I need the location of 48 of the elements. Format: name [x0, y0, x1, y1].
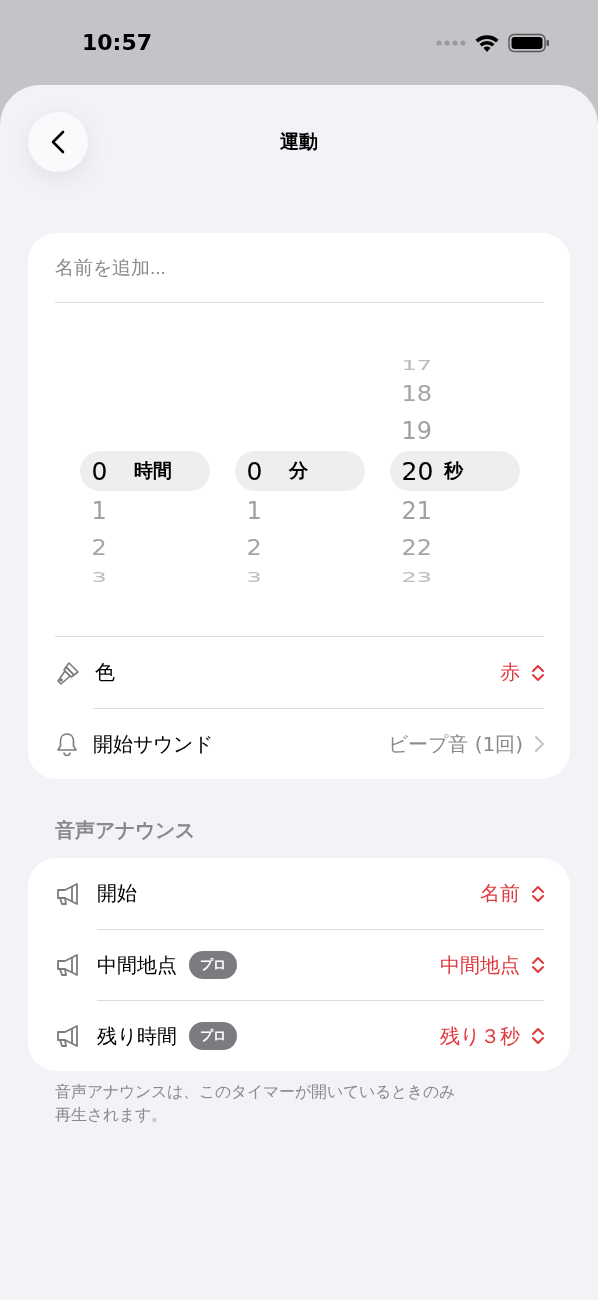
chevron-left-icon [51, 130, 65, 154]
setting-row[interactable]: 開始サウンド ビープ音 (1回) [55, 708, 544, 779]
announcement-row[interactable]: 開始 名前 [55, 858, 544, 929]
announcement-row[interactable]: 中間地点 プロ 中間地点 [55, 929, 544, 1000]
paintbrush-icon [55, 659, 81, 686]
picker-option[interactable]: 2 [234, 532, 365, 564]
chevron-right-icon [535, 736, 544, 752]
picker-selection[interactable]: 0 時間 [79, 451, 210, 491]
announcement-row[interactable]: 残り時間 プロ 残り３秒 [55, 1000, 544, 1071]
announcement-value: 中間地点 [440, 951, 520, 979]
status-time: 10:57 [82, 30, 153, 55]
name-input-field[interactable]: 名前を追加... [55, 233, 544, 303]
announcement-label: 残り時間 [97, 1022, 177, 1050]
pro-badge: プロ [189, 1022, 237, 1050]
section-header: 音声アナウンス [55, 817, 196, 844]
picker-option[interactable]: 18 [389, 378, 520, 410]
announcement-value: 残り３秒 [440, 1022, 520, 1050]
picker-option[interactable]: 3 [234, 569, 365, 585]
picker-option[interactable]: 1 [79, 491, 210, 531]
footer-note: 音声アナウンスは、このタイマーが開いているときのみ再生されます。 [55, 1082, 456, 1126]
pro-badge: プロ [189, 951, 237, 979]
battery-icon [508, 32, 550, 53]
announcement-value: 名前 [480, 880, 520, 907]
setting-label: 色 [95, 659, 116, 686]
sound-value: ビープ音 (1回) [388, 730, 523, 758]
picker-option[interactable]: 3 [79, 569, 210, 585]
up-down-chevron-icon [532, 884, 544, 903]
wifi-icon [474, 32, 500, 53]
picker-option[interactable]: 19 [389, 411, 520, 451]
picker-option[interactable]: 23 [389, 569, 520, 585]
up-down-chevron-icon [532, 663, 544, 682]
picker-selection[interactable]: 0 分 [234, 451, 365, 491]
up-down-chevron-icon [532, 956, 544, 974]
picker-option[interactable]: 1 [234, 491, 365, 531]
bell-icon [55, 730, 79, 757]
signal-icon [436, 39, 466, 46]
setting-row[interactable]: 色 赤 [55, 637, 544, 708]
screen-title: 運動 [279, 129, 319, 154]
picker-option[interactable]: 17 [389, 357, 520, 373]
picker-selection[interactable]: 20 秒 [389, 451, 520, 491]
picker-option[interactable]: 22 [389, 532, 520, 564]
announcement-label: 開始 [97, 880, 137, 907]
up-down-chevron-icon [532, 1027, 544, 1045]
picker-option[interactable]: 21 [389, 491, 520, 531]
announcement-label: 中間地点 [97, 951, 177, 979]
setting-label: 開始サウンド [93, 730, 214, 758]
picker-option[interactable]: 2 [79, 532, 210, 564]
color-value: 赤 [500, 659, 520, 686]
